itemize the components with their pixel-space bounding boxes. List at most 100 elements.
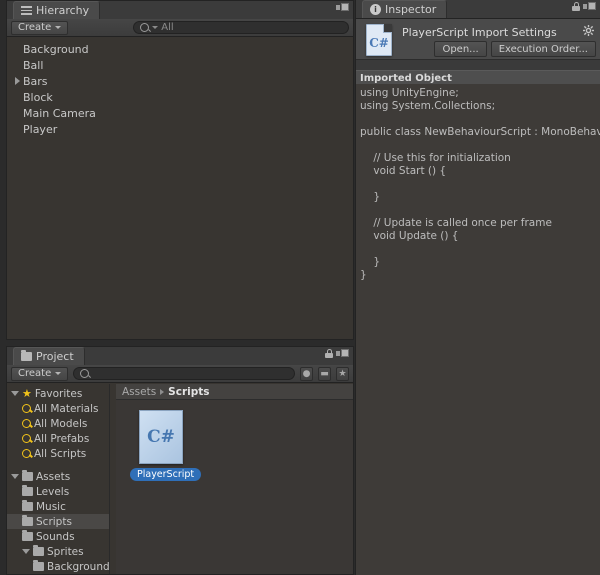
- project-content-pane: Assets Scripts C# PlayerScript: [116, 384, 353, 574]
- open-button[interactable]: Open...: [434, 41, 487, 57]
- folder-icon: [22, 485, 33, 496]
- csharp-script-icon: C#: [139, 410, 183, 464]
- folder-icon: [22, 470, 33, 481]
- hierarchy-item-label: Bars: [23, 74, 48, 88]
- project-tab-controls: [325, 349, 349, 358]
- search-icon: [140, 23, 150, 32]
- create-button[interactable]: Create: [11, 366, 69, 381]
- project-tree-item-label: Scripts: [36, 515, 72, 528]
- project-tree-item-label: Sprites: [47, 545, 84, 558]
- search-icon: [22, 419, 31, 428]
- search-icon: [22, 434, 31, 443]
- hierarchy-icon: [21, 6, 32, 15]
- hierarchy-item[interactable]: Background: [7, 41, 353, 57]
- execution-order-button[interactable]: Execution Order...: [490, 41, 596, 57]
- inspector-panel: i Inspector C# PlayerScript Import Setti…: [355, 0, 600, 575]
- project-tree-item[interactable]: All Materials: [7, 401, 109, 416]
- expand-spacer: [15, 61, 20, 69]
- inspector-tab-controls: [572, 2, 596, 11]
- inspector-header: C# PlayerScript Import Settings Open... …: [356, 19, 600, 60]
- tab-project[interactable]: Project: [13, 347, 85, 365]
- tab-hierarchy-label: Hierarchy: [36, 3, 90, 17]
- project-tree[interactable]: ★ Favorites All Materials All Models All Pre…: [7, 384, 110, 574]
- expand-spacer: [15, 125, 20, 133]
- project-tree-item-label: Levels: [36, 485, 70, 498]
- search-icon: [22, 449, 31, 458]
- breadcrumb: Assets Scripts: [116, 384, 353, 400]
- hierarchy-item-label: Block: [23, 90, 53, 104]
- search-filter-chevron-icon[interactable]: [152, 26, 159, 29]
- hierarchy-item-label: Background: [23, 42, 89, 56]
- tab-inspector[interactable]: i Inspector: [362, 0, 448, 18]
- project-toolbar: Create ● ▬ ★: [7, 365, 353, 383]
- project-tree-item-label: Assets: [36, 470, 71, 483]
- lock-icon[interactable]: [572, 2, 580, 11]
- hierarchy-panel: Hierarchy Create All Background Ball Bars B…: [6, 0, 354, 340]
- project-tree-item-label: All Scripts: [34, 447, 87, 460]
- hierarchy-item-label: Ball: [23, 58, 44, 72]
- folder-icon: [22, 515, 33, 526]
- inspector-tabbar: i Inspector: [356, 0, 600, 19]
- breadcrumb-root[interactable]: Assets: [122, 386, 156, 398]
- project-tree-item-label: Backgrounds: [47, 560, 109, 573]
- folder-icon: [21, 350, 32, 361]
- hierarchy-toolbar: Create All: [7, 19, 353, 37]
- hierarchy-item[interactable]: Ball: [7, 57, 353, 73]
- csharp-script-icon: C#: [366, 24, 392, 56]
- inspector-action-buttons: Open... Execution Order...: [434, 41, 596, 57]
- hierarchy-item[interactable]: Bars: [7, 73, 353, 89]
- project-tree-item[interactable]: Levels: [7, 484, 109, 499]
- hierarchy-tree[interactable]: Background Ball Bars Block Main Camera Player: [7, 38, 353, 339]
- project-tree-item[interactable]: Assets: [7, 469, 109, 484]
- type-filter-icon[interactable]: ●: [300, 366, 313, 381]
- tab-inspector-label: Inspector: [385, 2, 437, 16]
- page-title: PlayerScript Import Settings: [402, 26, 557, 39]
- asset-item[interactable]: C# PlayerScript: [130, 410, 202, 481]
- project-tree-item[interactable]: Music: [7, 499, 109, 514]
- expand-triangle-icon[interactable]: [11, 391, 19, 396]
- expand-triangle-icon[interactable]: [22, 549, 30, 554]
- panel-menu-icon[interactable]: [336, 3, 349, 12]
- asset-grid[interactable]: C# PlayerScript: [116, 400, 353, 574]
- label-filter-icon[interactable]: ▬: [318, 366, 331, 381]
- create-button[interactable]: Create: [11, 20, 69, 35]
- create-button-label: Create: [18, 368, 52, 379]
- asset-item-label: PlayerScript: [130, 468, 202, 481]
- expand-triangle-icon[interactable]: [11, 474, 19, 479]
- tab-hierarchy[interactable]: Hierarchy: [13, 1, 101, 19]
- chevron-down-icon: [55, 372, 62, 375]
- project-tabbar: Project: [7, 347, 353, 366]
- project-search-input[interactable]: [73, 367, 295, 380]
- hierarchy-item[interactable]: Player: [7, 121, 353, 137]
- project-tree-item[interactable]: All Models: [7, 416, 109, 431]
- lock-icon[interactable]: [325, 349, 333, 358]
- project-tree-item-label: All Prefabs: [34, 432, 90, 445]
- folder-icon: [22, 530, 33, 541]
- gear-icon[interactable]: [583, 25, 594, 36]
- project-tree-item[interactable]: Sounds: [7, 529, 109, 544]
- hierarchy-item[interactable]: Block: [7, 89, 353, 105]
- project-tree-item[interactable]: All Scripts: [7, 446, 109, 461]
- hierarchy-search-input[interactable]: All: [133, 21, 349, 34]
- panel-menu-icon[interactable]: [583, 2, 596, 11]
- breadcrumb-current[interactable]: Scripts: [168, 386, 209, 398]
- expand-triangle-icon[interactable]: [15, 77, 20, 85]
- expand-spacer: [15, 45, 20, 53]
- expand-spacer: [15, 109, 20, 117]
- chevron-down-icon: [55, 26, 62, 29]
- hierarchy-item[interactable]: Main Camera: [7, 105, 353, 121]
- project-tree-item[interactable]: Sprites: [7, 544, 109, 559]
- folder-icon: [22, 500, 33, 511]
- project-tree-item[interactable]: Scripts: [7, 514, 109, 529]
- project-tree-item[interactable]: ★ Favorites: [7, 386, 109, 401]
- info-icon: i: [370, 4, 381, 15]
- favorites-filter-icon[interactable]: ★: [336, 366, 349, 381]
- project-tree-item[interactable]: All Prefabs: [7, 431, 109, 446]
- project-tree-item-label: All Models: [34, 417, 88, 430]
- project-tree-item-label: All Materials: [34, 402, 99, 415]
- search-icon: [22, 404, 31, 413]
- project-tree-item[interactable]: Backgrounds: [7, 559, 109, 574]
- search-icon: [80, 369, 90, 378]
- panel-menu-icon[interactable]: [336, 349, 349, 358]
